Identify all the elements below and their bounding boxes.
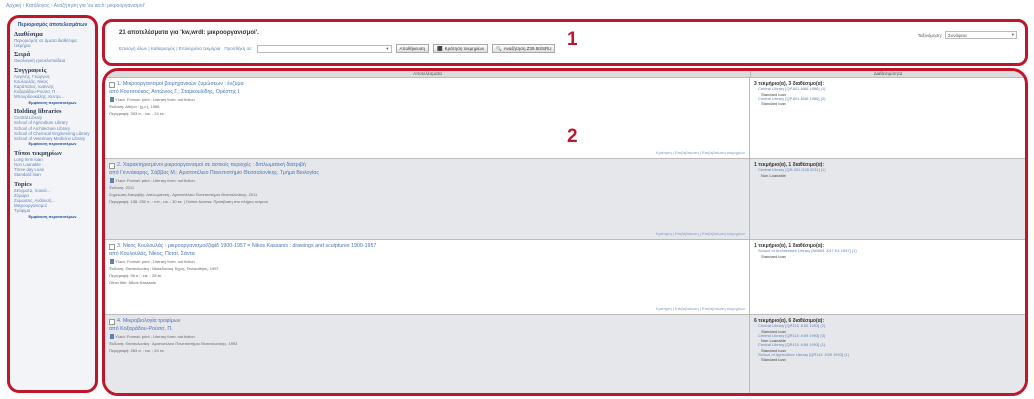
facet-link[interactable]: Οικολογική εγκυκλοπαίδεια [14,58,91,63]
facet-link[interactable]: Περιορισμός σε άμεσα διαθέσιμα τεκμήρια [14,38,91,48]
facet-heading: Συγγραφείς [14,66,47,74]
availability-cell: 1 τεκμήριο(α), 1 διαθέσιμο(α): School of … [750,240,1025,314]
result-cell: 3. Νίκος Κουλουλάς : μικροοργανισμοί/ζιφ… [105,240,750,314]
book-icon [110,97,114,103]
result-title-link[interactable]: 4. Μικροβιολογία τροφίμων [117,318,181,325]
table-header: Αποτελέσματα Διαθεσιμότητα [105,71,1025,77]
result-author[interactable]: από Κουλουλάς, Νίκος; Πετσί, Σάντα [109,250,745,258]
z3950-search-button[interactable]: 🔍 Αναζήτηση Z39.50/SRU [492,44,556,53]
hold-icon: ⬛ [437,45,443,51]
sort-control: Ταξινόμηση: Συνάφεια ▾ [918,31,1017,39]
result-edition: Έκδοση: Θεσσαλονίκη : Αριστοτέλειο Πανεπ… [109,341,238,346]
book-icon [110,178,114,184]
table-row: 4. Μικροβιολογία τροφίμων από Κοξαράδου-… [105,314,1025,396]
chevron-down-icon: ▾ [386,45,389,51]
result-extra: Other title: Nikos Kassanis [109,280,156,285]
result-actions[interactable]: Κράτηση | Επιβεβαίωση | Επιβεβαίωση τεκμ… [656,306,745,311]
save-button[interactable]: Αποθήκευση [395,44,430,53]
result-material: Υλικό: Format: print ; Literary form: no… [115,259,195,264]
result-edition: Έκδοση: Θεσσαλονίκη : Μακεδονική Τέχνη, … [109,266,219,271]
result-description: Περιγραφή: 96 σ. : εικ. ; 28 εκ. [109,273,163,278]
table-row: 2. Χαρακτηρισμένοι μικροοργανισμοί σε ασ… [105,158,1025,239]
result-material: Υλικό: Format: print ; Literary form: no… [115,97,195,102]
availability-cell: 6 τεκμήριο(α), 6 διαθέσιμο(α): Central Li… [750,315,1025,393]
result-author[interactable]: από Κοξαράδου-Ρούσσ, Π. [109,325,745,333]
facet-link[interactable]: Τρόφιμα [14,208,91,213]
refine-heading: Περιορισμός αποτελεσμάτων [17,22,88,28]
show-more-link[interactable]: Εμφάνιση περισσοτέρων [14,214,91,220]
facet-heading: Holding libraries [14,108,62,116]
result-description: Σημείωση διατριβής: Διπλωματική - Αριστο… [109,192,258,197]
holding-status: Non Loanable [761,172,786,178]
sort-select[interactable]: Συνάφεια ▾ [945,31,1017,39]
facet-link[interactable]: Μπουρδουκάλης, Κεντρι... [14,94,91,99]
result-material: Υλικό: Format: print ; Literary form: no… [115,334,195,339]
results-table: Αποτελέσματα Διαθεσιμότητα 1. Μικροοργαν… [102,68,1028,396]
show-more-link[interactable]: Εμφάνιση περισσοτέρων [14,142,91,147]
table-row: 1. Μικροοργανισμοί βιομηχανικών ζυμώσεων… [105,77,1025,158]
book-icon [110,259,114,265]
facet-link[interactable]: Standard loan [14,172,91,177]
sort-label: Ταξινόμηση: [917,32,942,38]
add-to-list-select[interactable]: ▾ [256,44,392,53]
results-toolbar: 21 αποτελέσματα για 'kw,wrdl: μικροοργαν… [102,19,1028,66]
header-availability: Διαθεσιμότητα [873,71,903,76]
result-actions[interactable]: Κράτηση | Επιβεβαίωση | Επιβεβαίωση τεκμ… [656,231,745,236]
search-icon: 🔍 [496,45,502,51]
holding-status: Standard loan [761,101,786,107]
facet-heading: Διαθέσιμα [14,31,43,38]
result-author[interactable]: από Κουτσούκος, Αντώνιος Γ.; Σταμκουλίδη… [109,88,745,96]
result-checkbox[interactable] [109,162,115,169]
result-checkbox[interactable] [109,318,115,325]
place-hold-button[interactable]: ⬛ Κράτηση τεκμηρίων [433,44,489,53]
result-material: Υλικό: Format: print ; Literary form: no… [115,178,195,183]
result-cell: 4. Μικροβιολογία τροφίμων από Κοξαράδου-… [105,315,750,396]
result-cell: 1. Μικροοργανισμοί βιομηχανικών ζυμώσεων… [105,78,750,158]
result-title-link[interactable]: 2. Χαρακτηρισμένοι μικροοργανισμοί σε ασ… [117,162,306,169]
select-all-links[interactable]: Επιλογή όλων | Καθαρισμός | Επιλεγμένα τ… [119,46,220,51]
header-results: Αποτελέσματα [105,71,751,77]
result-description: Περιγραφή: 263 σ. : εικ. ; 24 εκ. [109,348,165,353]
result-cell: 2. Χαρακτηρισμένοι μικροοργανισμοί σε ασ… [105,159,750,239]
facet-heading: Topics [14,180,32,188]
book-icon [110,334,114,340]
availability-cell: 1 τεκμήριο(α), 1 διαθέσιμο(α): Central Li… [750,159,1025,239]
holding-status: Standard loan [761,253,786,259]
show-more-link[interactable]: Εμφάνιση περισσοτέρων [14,100,91,106]
results-count-title: 21 αποτελέσματα για 'kw,wrdl: μικροοργαν… [119,30,259,36]
results-actions: Επιλογή όλων | Καθαρισμός | Επιλεγμένα τ… [119,44,556,53]
result-title-link[interactable]: 3. Νίκος Κουλουλάς : μικροοργανισμοί/ζιφ… [117,243,376,250]
holding-status: Standard loan [761,357,786,363]
breadcrumb[interactable]: Αρχική › Κατάλογος › Αναζήτηση για 'su:a… [6,3,145,9]
annotation-marker-1: 1 [567,29,578,50]
chevron-down-icon: ▾ [1011,32,1014,37]
result-description: Περιγραφή: 303 σ. : εικ. ; 24 εκ. [109,111,165,116]
result-edition: Έκδοση: 2011 [109,185,135,190]
refine-sidebar: Περιορισμός αποτελεσμάτων Διαθέσιμα Περιο… [7,15,98,393]
result-extra: Περιγραφή: 138, 252 σ. : πίν., εικ. ; 30… [109,199,269,204]
add-to-label: Προσθήκη σε: [224,46,253,51]
availability-cell: 3 τεκμήριο(α), 3 διαθέσιμο(α): Central Li… [750,78,1025,158]
facet-heading: Σειρά [14,51,31,59]
result-author[interactable]: από Γεννάκαρης, Σάββας Μ.; Αριστοτέλειο … [109,169,745,177]
result-actions[interactable]: Κράτηση | Επιβεβαίωση | Επιβεβαίωση τεκμ… [656,393,745,396]
result-actions[interactable]: Κράτηση | Επιβεβαίωση | Επιβεβαίωση τεκμ… [656,150,745,155]
table-row: 3. Νίκος Κουλουλάς : μικροοργανισμοί/ζιφ… [105,239,1025,314]
result-title-link[interactable]: 1. Μικροοργανισμοί βιομηχανικών ζυμώσεων… [117,81,244,88]
facet-heading: Τύποι τεκμηρίων [14,149,62,157]
result-checkbox[interactable] [109,81,115,88]
result-edition: Έκδοση: Αθήνα : [χ.ε.], 1986 [109,104,160,109]
result-checkbox[interactable] [109,243,115,250]
